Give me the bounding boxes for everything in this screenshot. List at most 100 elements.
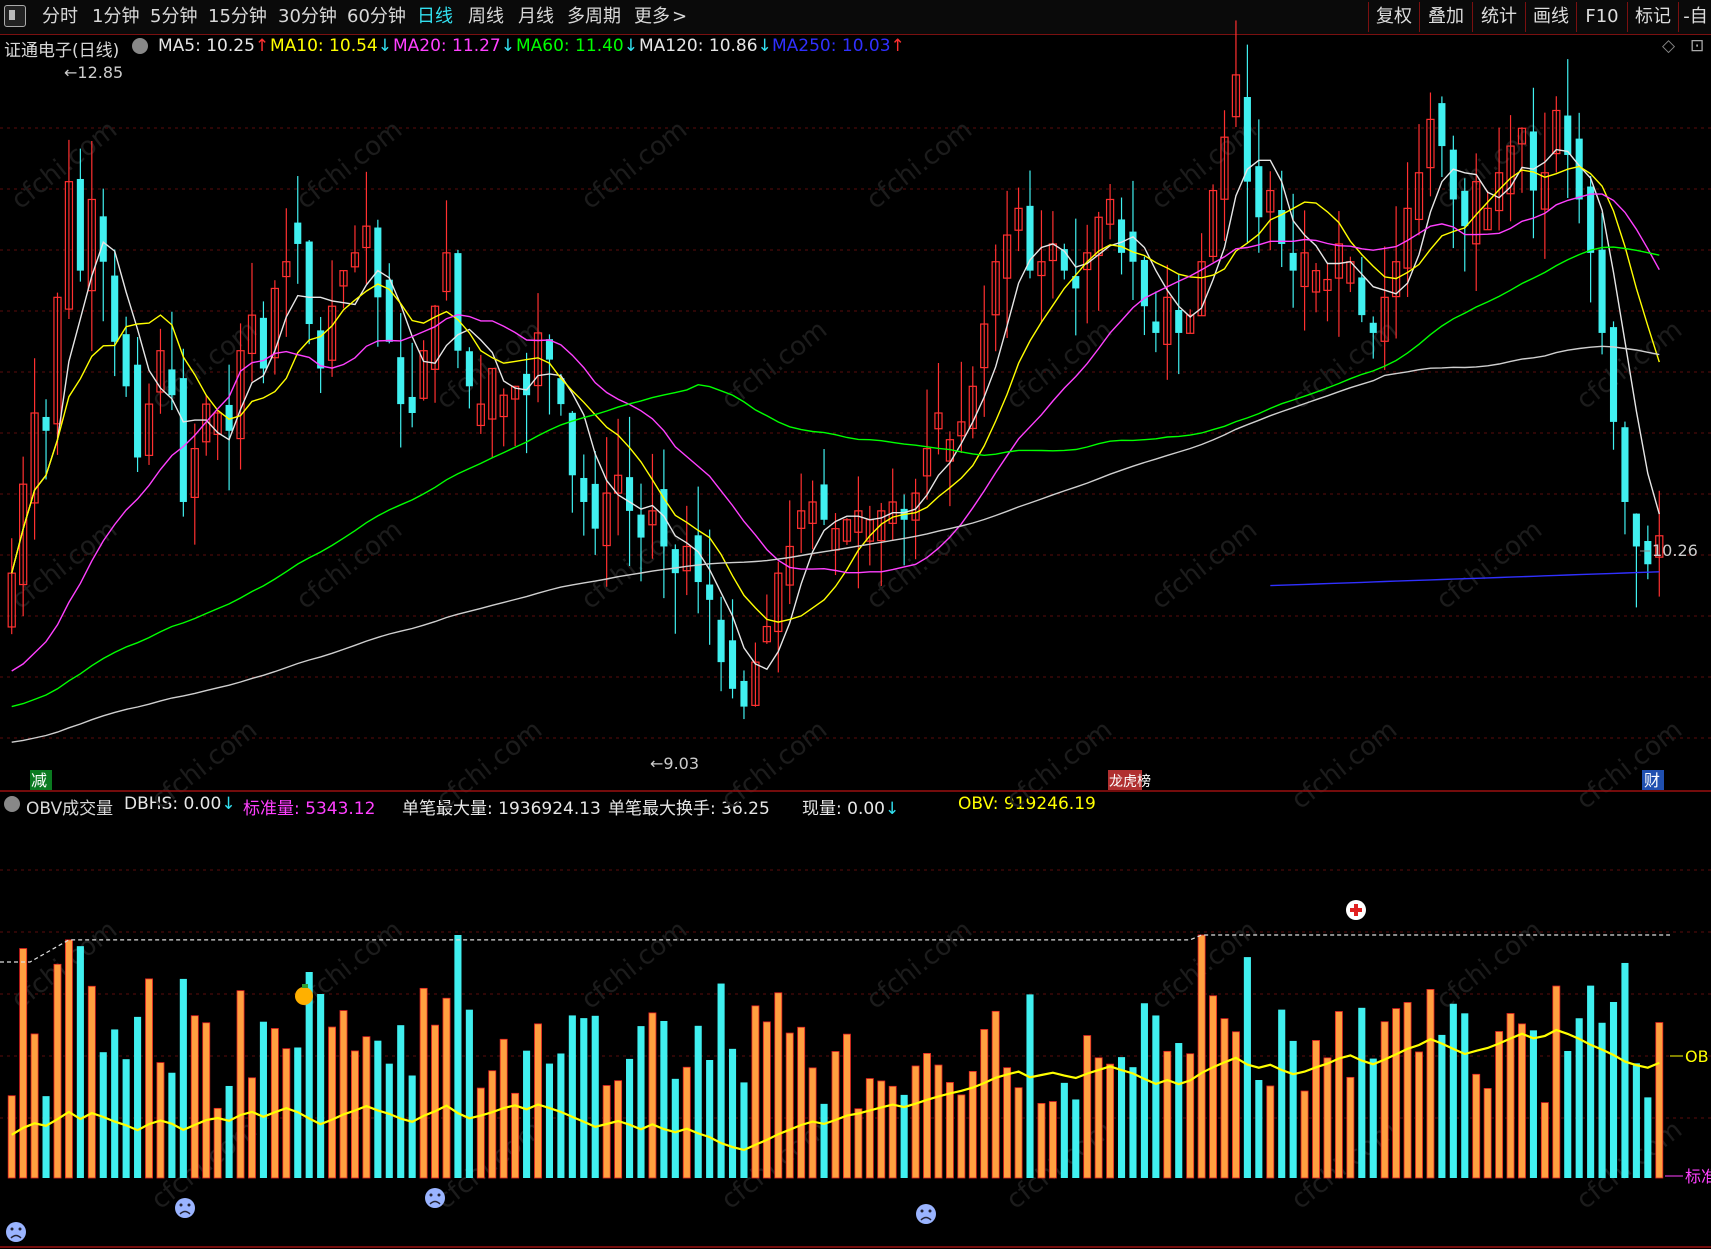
ma5-line xyxy=(11,148,1660,671)
candle-body xyxy=(76,178,84,271)
volume-bar xyxy=(454,935,462,1178)
volume-bar xyxy=(1026,994,1034,1178)
watermark-text: cfchi.com xyxy=(1571,715,1688,816)
volume-bar xyxy=(648,1012,657,1179)
marker-longhubang[interactable]: 龙虎榜 xyxy=(1109,773,1151,790)
volume-bar xyxy=(774,992,783,1179)
candle-body xyxy=(179,378,187,502)
volume-bar xyxy=(854,1108,863,1179)
candlestick-chart[interactable]: cfchi.com cfchi.com cfchi.com cfchi.com cfch… xyxy=(0,0,1711,1249)
volume-bar xyxy=(1483,1088,1492,1179)
candle-body xyxy=(1152,321,1160,333)
low-price-label: ←9.03 xyxy=(650,754,699,773)
volume-bar xyxy=(431,1024,439,1179)
volume-bar xyxy=(1003,1067,1012,1179)
volume-bar xyxy=(1461,1013,1469,1178)
volume-bar xyxy=(1197,934,1206,1179)
volume-bar xyxy=(1472,1073,1481,1179)
high-price-value: 12.85 xyxy=(77,63,123,82)
candle-body xyxy=(408,396,416,413)
volume-bar xyxy=(762,1021,771,1179)
candle-body xyxy=(1438,103,1446,147)
volume-bar xyxy=(614,1080,623,1179)
volume-bar xyxy=(1449,1003,1457,1178)
volume-bar xyxy=(1152,1015,1160,1178)
volume-bar xyxy=(1266,1085,1275,1179)
marker-cai[interactable]: 财 xyxy=(1644,771,1660,790)
volume-bar xyxy=(408,1075,416,1178)
candle-body xyxy=(637,514,645,538)
volume-bar xyxy=(1072,1099,1080,1178)
candle-body xyxy=(545,339,554,360)
volume-bar xyxy=(419,987,428,1179)
candle-body xyxy=(706,584,714,600)
volume-bar xyxy=(1540,1102,1549,1179)
volume-bar xyxy=(831,1051,840,1179)
volume-bar xyxy=(111,1029,119,1178)
volume-bar xyxy=(225,1085,233,1178)
volume-bar xyxy=(591,1015,599,1178)
ma60-line xyxy=(11,246,1660,708)
volume-bar xyxy=(385,1063,393,1178)
volume-bar xyxy=(465,1009,473,1178)
candle-body xyxy=(1621,427,1629,502)
volume-bar xyxy=(1380,1021,1389,1179)
volume-bar xyxy=(87,985,96,1179)
watermark-text: cfchi.com xyxy=(716,715,833,816)
watermark-text: cfchi.com xyxy=(576,115,693,216)
volume-bar xyxy=(442,997,451,1179)
volume-bar xyxy=(682,1066,691,1179)
volume-bar xyxy=(134,1016,142,1178)
candle-body xyxy=(1529,131,1537,191)
volume-bar xyxy=(568,1015,576,1178)
candle-body xyxy=(397,357,405,405)
volume-bar xyxy=(248,1077,256,1179)
candle-body xyxy=(111,275,119,342)
volume-bar xyxy=(476,1087,485,1179)
candle-body xyxy=(1609,327,1618,422)
watermark-text: cfchi.com xyxy=(861,915,978,1016)
volume-bar xyxy=(1209,995,1218,1179)
watermark-text: cfchi.com xyxy=(1286,715,1403,816)
candle-body xyxy=(740,680,748,707)
volume-bar xyxy=(1644,1097,1652,1178)
volume-bar xyxy=(1403,1002,1412,1179)
volume-bar xyxy=(1220,1018,1229,1179)
volume-bar xyxy=(351,1050,359,1179)
grid-lines xyxy=(0,127,1711,1119)
candle-body xyxy=(1289,252,1297,271)
sad-face-icon[interactable] xyxy=(175,1198,195,1218)
candles xyxy=(7,20,1664,720)
marker-jian[interactable]: 减 xyxy=(31,771,47,790)
candle-body xyxy=(99,216,107,262)
volume-bar xyxy=(1037,1103,1046,1179)
volume-bar xyxy=(1346,1076,1355,1179)
volume-bar xyxy=(911,1065,920,1179)
volume-bar xyxy=(1495,1031,1504,1179)
sad-face-icon[interactable] xyxy=(425,1188,445,1208)
volume-bar xyxy=(1621,962,1629,1178)
candle-body xyxy=(717,619,725,663)
candle-body xyxy=(1632,513,1640,547)
volume-bar xyxy=(1632,1063,1640,1178)
volume-bar xyxy=(19,948,28,1179)
annotations xyxy=(0,934,1670,963)
sad-face-icon[interactable] xyxy=(6,1222,26,1242)
volume-bar xyxy=(282,1048,291,1179)
candle-body xyxy=(523,373,531,396)
watermark-text: cfchi.com xyxy=(431,315,548,416)
sad-face-icon[interactable] xyxy=(916,1204,936,1224)
watermark-text: cfchi.com xyxy=(291,515,408,616)
candle-body xyxy=(42,416,50,431)
volume-bar xyxy=(1140,1003,1148,1178)
volume-bar xyxy=(671,1078,679,1178)
volume-bar xyxy=(602,1085,611,1179)
volume-bar xyxy=(1438,1034,1446,1178)
candle-body xyxy=(1175,309,1183,333)
volume-bar xyxy=(1518,1023,1526,1179)
candle-body xyxy=(1140,259,1148,307)
plus-circle-icon[interactable] xyxy=(1346,900,1366,920)
volume-bar xyxy=(1323,1057,1332,1179)
candle-body xyxy=(1564,115,1572,155)
candle-body xyxy=(305,241,313,325)
